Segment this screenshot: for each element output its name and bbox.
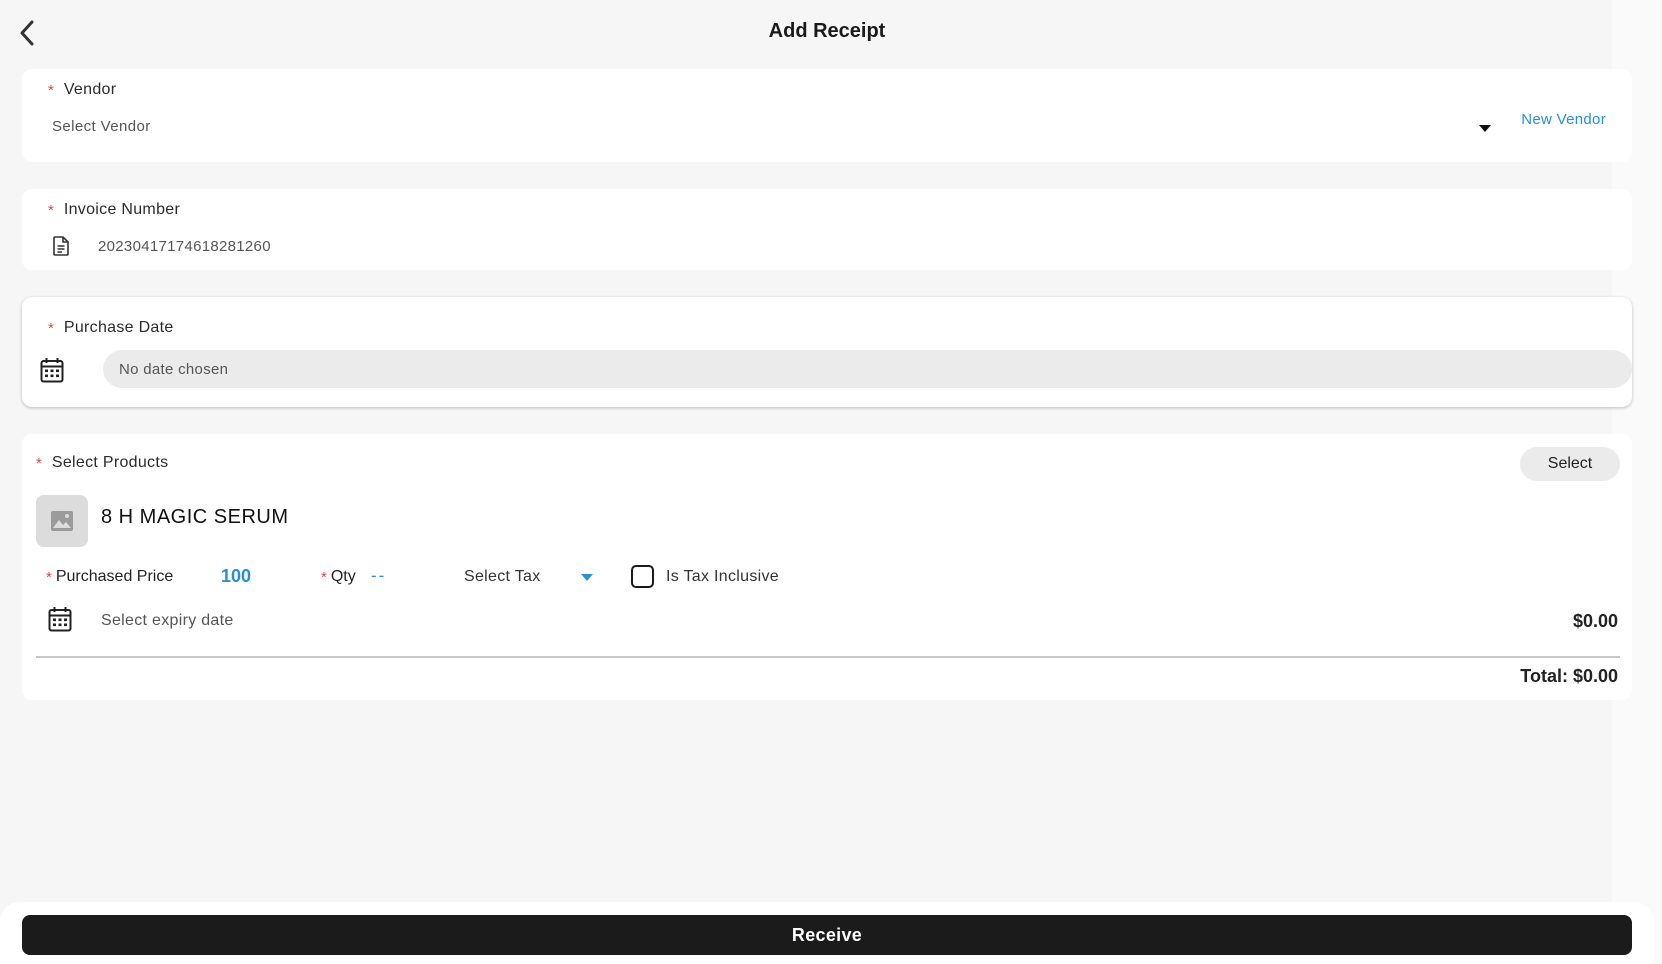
qty-label-row: * Qty bbox=[321, 568, 356, 586]
required-mark: * bbox=[36, 454, 42, 472]
product-name: 8 H MAGIC SERUM bbox=[101, 506, 289, 528]
line-total: $0.00 bbox=[1572, 611, 1618, 631]
calendar-icon[interactable] bbox=[48, 606, 72, 637]
caret-down-icon bbox=[581, 574, 593, 581]
purchase-date-label: Purchase Date bbox=[63, 319, 174, 336]
purchased-price-label-row: * Purchased Price bbox=[46, 568, 173, 586]
caret-down-icon bbox=[1479, 125, 1491, 132]
divider bbox=[36, 656, 1620, 658]
purchase-date-input[interactable]: No date chosen bbox=[103, 350, 1632, 388]
invoice-number-value: 20230417174618281260 bbox=[98, 237, 271, 255]
purchase-date-label-row: * Purchase Date bbox=[48, 319, 174, 337]
calendar-icon[interactable] bbox=[40, 357, 64, 388]
vendor-label: Vendor bbox=[63, 81, 117, 98]
document-icon bbox=[53, 236, 69, 256]
required-mark: * bbox=[46, 568, 52, 586]
expiry-date-input[interactable]: Select expiry date bbox=[101, 612, 234, 630]
required-mark: * bbox=[321, 568, 327, 586]
invoice-card: * Invoice Number 20230417174618281260 bbox=[22, 189, 1632, 270]
purchased-price-label: Purchased Price bbox=[55, 568, 174, 585]
product-price-row: * Purchased Price 100 * Qty -- Select Ta… bbox=[46, 562, 806, 592]
purchase-date-card: * Purchase Date No date chosen bbox=[22, 297, 1632, 407]
invoice-label-row: * Invoice Number bbox=[48, 201, 180, 219]
required-mark: * bbox=[48, 201, 54, 219]
page-title: Add Receipt bbox=[768, 20, 886, 42]
tax-select-placeholder: Select Tax bbox=[464, 568, 541, 585]
required-mark: * bbox=[48, 81, 54, 99]
vendor-select[interactable]: Select Vendor bbox=[52, 109, 1492, 143]
products-label: Select Products bbox=[51, 454, 169, 471]
invoice-label: Invoice Number bbox=[63, 201, 181, 218]
header: Add Receipt bbox=[0, 0, 1662, 64]
tax-inclusive-checkbox[interactable] bbox=[631, 565, 654, 588]
tax-select[interactable]: Select Tax bbox=[464, 562, 594, 592]
product-thumbnail bbox=[36, 495, 88, 547]
vendor-card: * Vendor Select Vendor New Vendor bbox=[22, 69, 1632, 162]
purchased-price-input[interactable]: 100 bbox=[221, 566, 251, 587]
add-receipt-screen: Add Receipt * Vendor Select Vendor New V… bbox=[0, 0, 1662, 964]
products-card: * Select Products Select 8 H MAGIC SERUM… bbox=[22, 434, 1632, 700]
grand-total: Total: $0.00 bbox=[1520, 666, 1618, 686]
invoice-number-field[interactable]: 20230417174618281260 bbox=[52, 231, 271, 261]
required-mark: * bbox=[48, 319, 54, 337]
qty-input[interactable]: -- bbox=[371, 566, 386, 586]
products-label-row: * Select Products bbox=[36, 454, 168, 472]
image-placeholder-icon bbox=[51, 511, 73, 531]
receive-button[interactable]: Receive bbox=[22, 915, 1632, 955]
select-products-button[interactable]: Select bbox=[1520, 447, 1620, 481]
new-vendor-link[interactable]: New Vendor bbox=[1521, 111, 1606, 128]
vendor-select-placeholder: Select Vendor bbox=[52, 117, 151, 135]
tax-inclusive-label: Is Tax Inclusive bbox=[666, 568, 779, 585]
qty-label: Qty bbox=[330, 568, 356, 585]
vendor-label-row: * Vendor bbox=[48, 81, 116, 99]
